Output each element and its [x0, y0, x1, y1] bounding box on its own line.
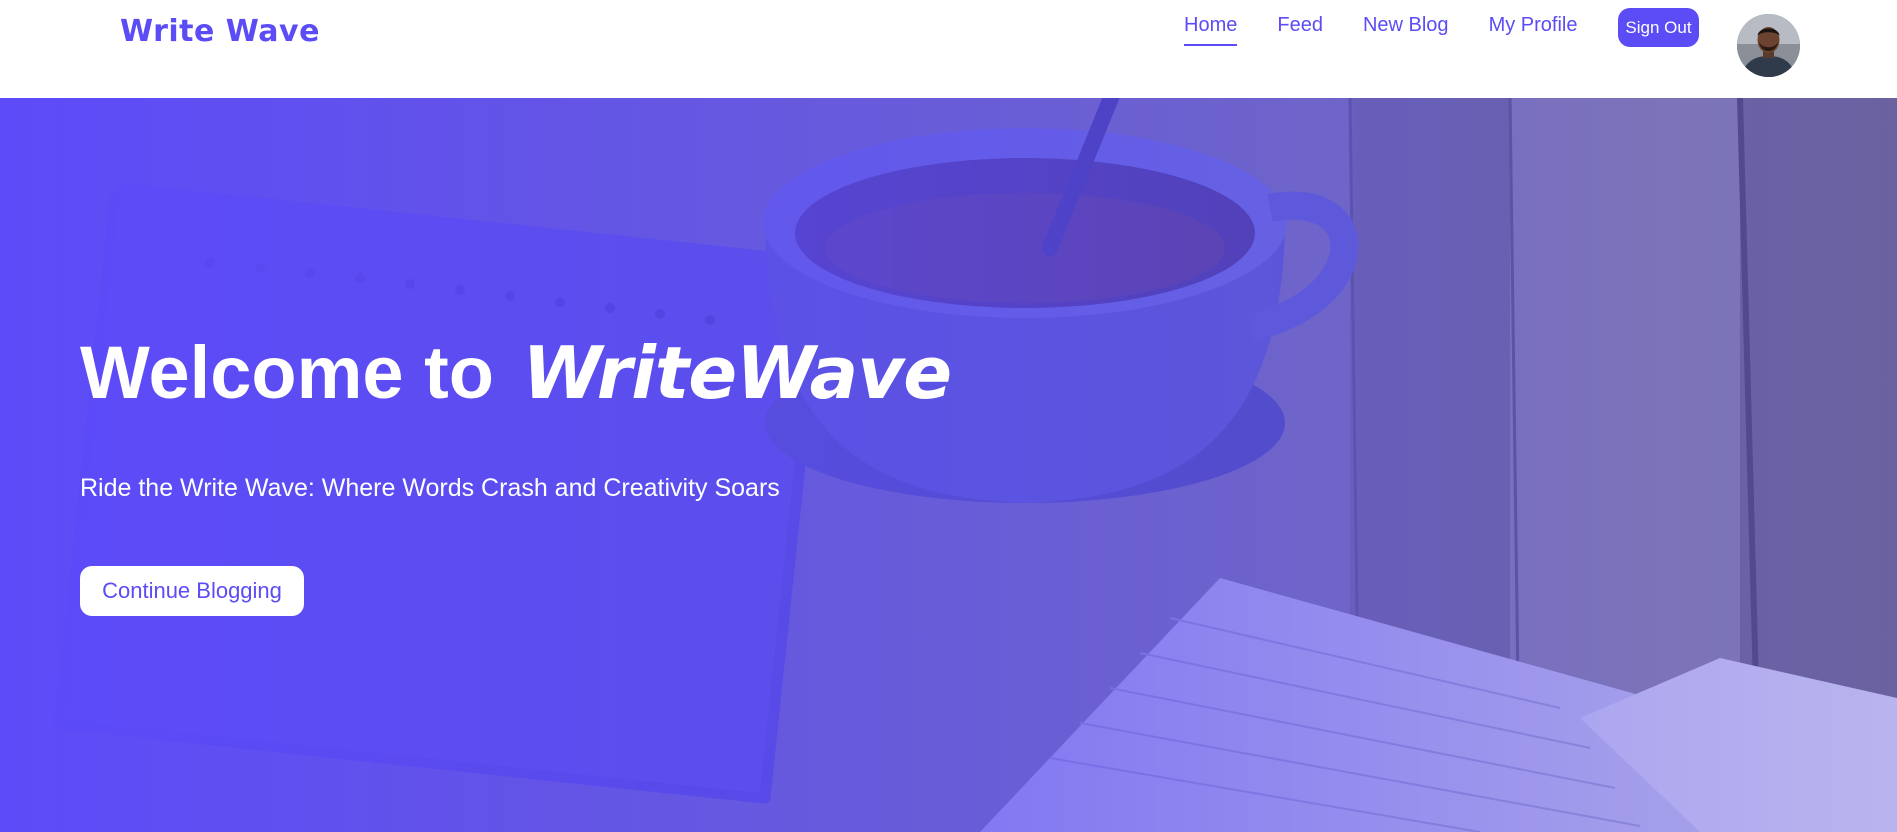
top-navbar: Write Wave Home Feed New Blog My Profile… — [0, 0, 1897, 98]
nav-new-blog[interactable]: New Blog — [1363, 12, 1449, 44]
user-avatar[interactable] — [1737, 14, 1800, 77]
nav-feed[interactable]: Feed — [1277, 12, 1323, 44]
hero-title-brand: WriteWave — [522, 331, 953, 415]
nav-home[interactable]: Home — [1184, 12, 1238, 46]
hero-subtitle: Ride the Write Wave: Where Words Crash a… — [80, 474, 780, 502]
hero-title-prefix: Welcome to — [80, 331, 494, 414]
hero-section: Welcome to WriteWave Ride the Write Wave… — [0, 98, 1897, 832]
sign-out-button[interactable]: Sign Out — [1618, 8, 1699, 47]
avatar-photo-icon — [1737, 14, 1800, 77]
hero-title: Welcome to WriteWave — [80, 328, 953, 418]
hero-color-overlay — [0, 98, 1897, 832]
nav-my-profile[interactable]: My Profile — [1489, 12, 1578, 44]
brand-logo[interactable]: Write Wave — [120, 14, 320, 49]
continue-blogging-button[interactable]: Continue Blogging — [80, 566, 304, 616]
main-nav: Home Feed New Blog My Profile — [1184, 12, 1577, 46]
